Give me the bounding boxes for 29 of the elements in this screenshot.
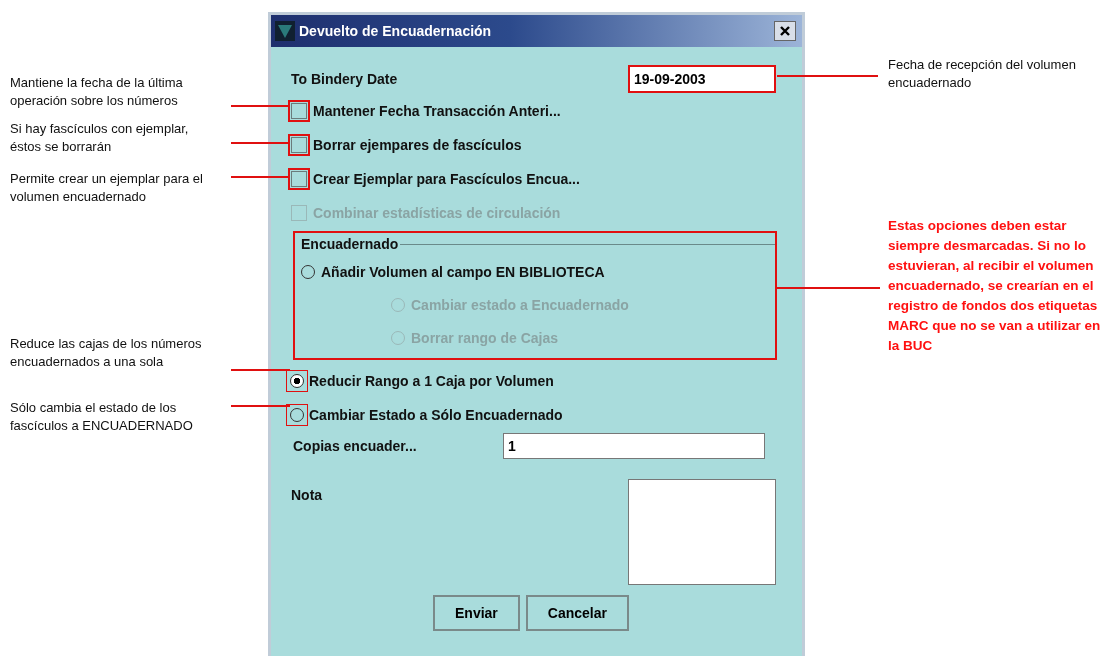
checkbox-label: Crear Ejemplar para Fascículos Encua... — [313, 171, 580, 187]
group-title: Encuadernado — [301, 236, 399, 252]
dialog-button[interactable]: Enviar — [433, 595, 520, 631]
radio-button[interactable] — [301, 264, 315, 279]
annotation-text: Estas opciones deben estar siempre desmarcadas. Si no lo estuvieran, al recibir el volumen encuadernado, se crearían en el registro de fondos dos etiquetas MARC que no se van a utilizar en la BUC — [888, 217, 1102, 355]
radio-label: Cambiar Estado a Sólo Encuadernado — [309, 407, 563, 423]
checkbox-label: Mantener Fecha Transacción Anteri... — [313, 103, 561, 119]
radio-label: Cambiar estado a Encuadernado — [411, 296, 629, 313]
dialog-button[interactable]: Cancelar — [525, 595, 629, 631]
annotation-text: Fecha de recepción del volumen encuadernado — [888, 56, 1077, 92]
radio-label: Borrar rango de Cajas — [411, 329, 559, 346]
annotation-text: Sólo cambia el estado de los fascículos a ENCUADERNADO — [10, 399, 194, 435]
close-button[interactable] — [774, 21, 796, 41]
note-field[interactable] — [628, 479, 776, 585]
copies-field[interactable]: 1 — [503, 433, 765, 459]
field-label: To Bindery Date — [291, 70, 398, 87]
annotation-text: Si hay fascículos con ejemplar, éstos se borrarán — [10, 120, 190, 156]
field-label: Copias encuader... — [292, 438, 418, 454]
checkbox-label: Combinar estadísticas de circulación — [313, 205, 561, 221]
close-icon — [779, 25, 791, 37]
window-title: Devuelto de Encuadernación — [299, 23, 493, 39]
field-label: Nota — [291, 487, 323, 505]
annotation-text: Mantiene la fecha de la última operación sobre los números — [10, 74, 184, 110]
date-field[interactable]: 19-09-2003 — [628, 64, 776, 93]
radio-label: Reducir Rango a 1 Caja por Volumen — [309, 373, 554, 389]
checkbox-label: Borrar ejempares de fascículos — [313, 137, 522, 153]
radio-label: Añadir Volumen al campo EN BIBLIOTECA — [321, 263, 605, 280]
annotation-text: Reduce las cajas de los números encuadernados a una sola — [10, 335, 203, 371]
annotation-text: Permite crear un ejemplar para el volumen encuadernado — [10, 170, 204, 206]
